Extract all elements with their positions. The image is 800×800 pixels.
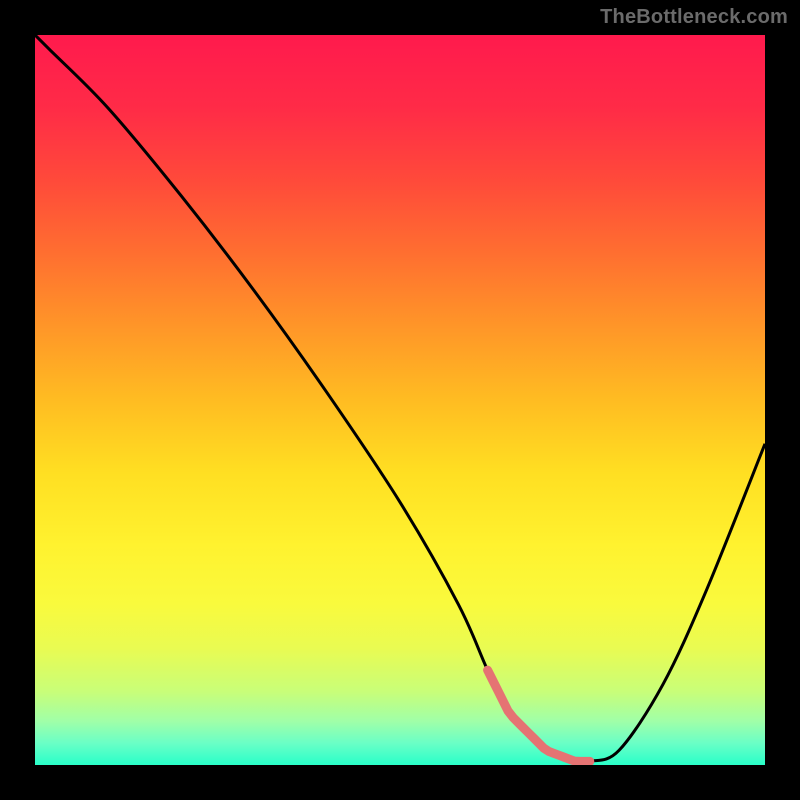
bottleneck-curve-path (35, 35, 765, 763)
curve-svg (35, 35, 765, 765)
plot-area (35, 35, 765, 765)
highlight-band-path (488, 670, 590, 761)
attribution-text: TheBottleneck.com (600, 6, 788, 29)
bottleneck-chart: TheBottleneck.com (0, 0, 800, 800)
